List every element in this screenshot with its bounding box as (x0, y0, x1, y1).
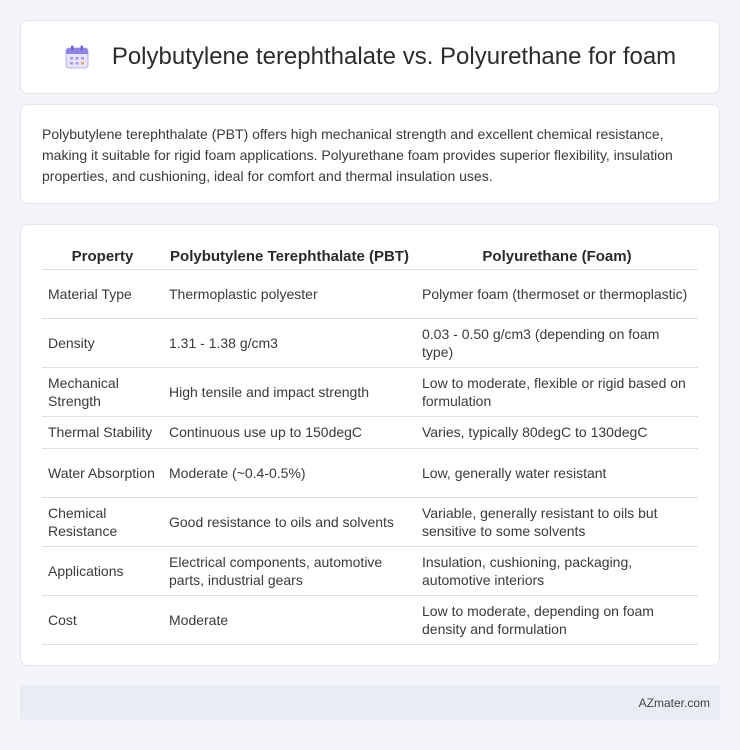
table-row: Material Type Thermoplastic polyester Po… (42, 269, 698, 319)
polyurethane-cell: Varies, typically 80degC to 130degC (416, 416, 698, 449)
polyurethane-cell: Low to moderate, flexible or rigid based… (416, 367, 698, 417)
polyurethane-cell: 0.03 - 0.50 g/cm3 (depending on foam typ… (416, 318, 698, 368)
pbt-cell: Moderate (~0.4-0.5%) (163, 448, 416, 498)
polyurethane-cell: Insulation, cushioning, packaging, autom… (416, 546, 698, 596)
table-header-row: Property Polybutylene Terephthalate (PBT… (42, 243, 698, 270)
page-title: Polybutylene terephthalate vs. Polyureth… (111, 43, 677, 70)
title-card: Polybutylene terephthalate vs. Polyureth… (20, 20, 720, 94)
table-row: Cost Moderate Low to moderate, depending… (42, 595, 698, 645)
property-cell: Mechanical Strength (42, 367, 163, 417)
polyurethane-cell: Polymer foam (thermoset or thermoplastic… (416, 269, 698, 319)
comparison-table-card: Property Polybutylene Terephthalate (PBT… (20, 224, 720, 666)
property-cell: Applications (42, 546, 163, 596)
header-property: Property (42, 243, 163, 270)
property-cell: Water Absorption (42, 448, 163, 498)
pbt-cell: 1.31 - 1.38 g/cm3 (163, 318, 416, 368)
property-cell: Thermal Stability (42, 416, 163, 449)
table-row: Density 1.31 - 1.38 g/cm3 0.03 - 0.50 g/… (42, 318, 698, 368)
polyurethane-cell: Variable, generally resistant to oils bu… (416, 497, 698, 547)
footer-bar: AZmater.com (20, 686, 720, 720)
footer-brand[interactable]: AZmater.com (639, 696, 710, 710)
polyurethane-cell: Low to moderate, depending on foam densi… (416, 595, 698, 645)
pbt-cell: Electrical components, automotive parts,… (163, 546, 416, 596)
table-row: Applications Electrical components, auto… (42, 546, 698, 596)
property-cell: Density (42, 318, 163, 368)
property-cell: Cost (42, 595, 163, 645)
header-polyurethane: Polyurethane (Foam) (416, 243, 698, 270)
table-row: Mechanical Strength High tensile and imp… (42, 367, 698, 417)
pbt-cell: Moderate (163, 595, 416, 645)
intro-text: Polybutylene terephthalate (PBT) offers … (42, 126, 673, 184)
polyurethane-cell: Low, generally water resistant (416, 448, 698, 498)
table-row: Chemical Resistance Good resistance to o… (42, 497, 698, 547)
intro-card: Polybutylene terephthalate (PBT) offers … (20, 104, 720, 204)
pbt-cell: Good resistance to oils and solvents (163, 497, 416, 547)
property-cell: Material Type (42, 269, 163, 319)
comparison-table: Property Polybutylene Terephthalate (PBT… (42, 243, 698, 645)
header-pbt: Polybutylene Terephthalate (PBT) (163, 243, 416, 270)
table-row: Thermal Stability Continuous use up to 1… (42, 416, 698, 449)
pbt-cell: Thermoplastic polyester (163, 269, 416, 319)
table-row: Water Absorption Moderate (~0.4-0.5%) Lo… (42, 448, 698, 498)
property-cell: Chemical Resistance (42, 497, 163, 547)
calendar-doc-icon (65, 45, 89, 69)
pbt-cell: High tensile and impact strength (163, 367, 416, 417)
pbt-cell: Continuous use up to 150degC (163, 416, 416, 449)
